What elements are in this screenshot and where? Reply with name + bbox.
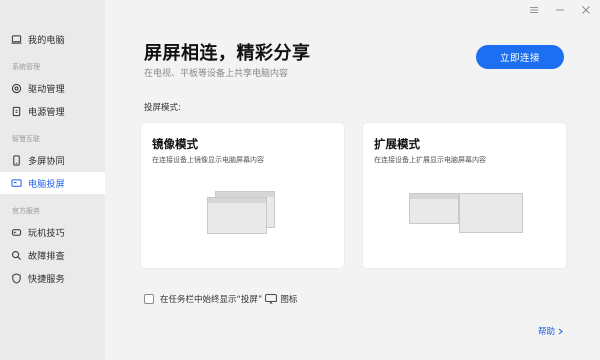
- extend-mode-desc: 在连接设备上扩展显示电脑屏幕内容: [374, 156, 486, 164]
- sidebar-item-multi-screen[interactable]: 多屏协同: [0, 149, 105, 171]
- main-panel: 屏屏相连，精彩分享 在电视、平板等设备上共享电脑内容 立即连接 投屏模式: 镜像…: [105, 0, 600, 360]
- chevron-right-icon: [558, 328, 563, 334]
- page-title: 屏屏相连，精彩分享: [144, 43, 311, 64]
- sidebar-item-label: 快捷服务: [28, 274, 65, 285]
- section-header-official: 官方服务: [12, 207, 40, 215]
- projection-mode-label: 投屏模式:: [144, 103, 181, 113]
- sidebar-item-label: 电源管理: [28, 107, 65, 118]
- power-icon: [10, 105, 22, 117]
- sidebar-item-my-computer[interactable]: 我的电脑: [0, 28, 105, 50]
- page-subtitle: 在电视、平板等设备上共享电脑内容: [144, 69, 289, 79]
- extend-screen-right: [459, 193, 523, 233]
- section-header-smart: 智慧互联: [12, 135, 40, 143]
- sidebar-item-tips[interactable]: 玩机技巧: [0, 221, 105, 243]
- taskbar-option-prefix: 在任务栏中始终显示“投屏”: [160, 295, 263, 305]
- sidebar-item-projection[interactable]: 电脑投屏: [0, 172, 105, 194]
- sidebar-item-quick-service[interactable]: 快捷服务: [0, 267, 105, 289]
- sidebar-item-power[interactable]: 电源管理: [0, 100, 105, 122]
- sidebar-item-label: 驱动管理: [28, 84, 65, 95]
- sidebar-item-label: 多屏协同: [28, 156, 65, 167]
- laptop-icon: [10, 33, 22, 45]
- sidebar-item-label: 故障排查: [28, 251, 65, 262]
- sidebar-item-troubleshoot[interactable]: 故障排查: [0, 244, 105, 266]
- sidebar-item-label: 我的电脑: [28, 35, 65, 46]
- menu-icon[interactable]: [528, 4, 540, 16]
- taskbar-icon-checkbox[interactable]: [144, 294, 154, 304]
- search-icon: [10, 249, 22, 261]
- sidebar: 我的电脑 系统管理 驱动管理 电源管理 智慧互联 多屏协同 电脑投屏 官方服务 …: [0, 0, 105, 360]
- extend-mode-title: 扩展模式: [374, 137, 420, 151]
- projection-icon: [10, 177, 22, 189]
- mirror-mode-desc: 在连接设备上镜像显示电脑屏幕内容: [152, 156, 264, 164]
- sidebar-item-label: 电脑投屏: [28, 179, 65, 190]
- tips-icon: [10, 226, 22, 238]
- taskbar-icon-option[interactable]: 在任务栏中始终显示“投屏” 图标: [144, 293, 297, 305]
- help-link[interactable]: 帮助: [538, 325, 564, 337]
- mirror-mode-card[interactable]: 镜像模式 在连接设备上镜像显示电脑屏幕内容: [141, 123, 344, 268]
- driver-icon: [10, 82, 22, 94]
- close-icon[interactable]: [580, 4, 592, 16]
- taskbar-option-suffix: 图标: [280, 295, 298, 305]
- extend-screen-left: [409, 193, 459, 224]
- sidebar-item-label: 玩机技巧: [28, 228, 65, 239]
- extend-mode-card[interactable]: 扩展模式 在连接设备上扩展显示电脑屏幕内容: [363, 123, 566, 268]
- mirror-mode-title: 镜像模式: [152, 137, 198, 151]
- mirror-screen-front: [207, 197, 267, 234]
- minimize-icon[interactable]: [554, 4, 566, 16]
- connect-now-button[interactable]: 立即连接: [476, 45, 564, 69]
- shield-icon: [10, 272, 22, 284]
- window-controls: [528, 4, 592, 16]
- phone-icon: [10, 154, 22, 166]
- sidebar-item-driver[interactable]: 驱动管理: [0, 77, 105, 99]
- help-label: 帮助: [537, 327, 555, 337]
- section-header-system: 系统管理: [12, 63, 40, 71]
- cast-icon: [265, 294, 278, 304]
